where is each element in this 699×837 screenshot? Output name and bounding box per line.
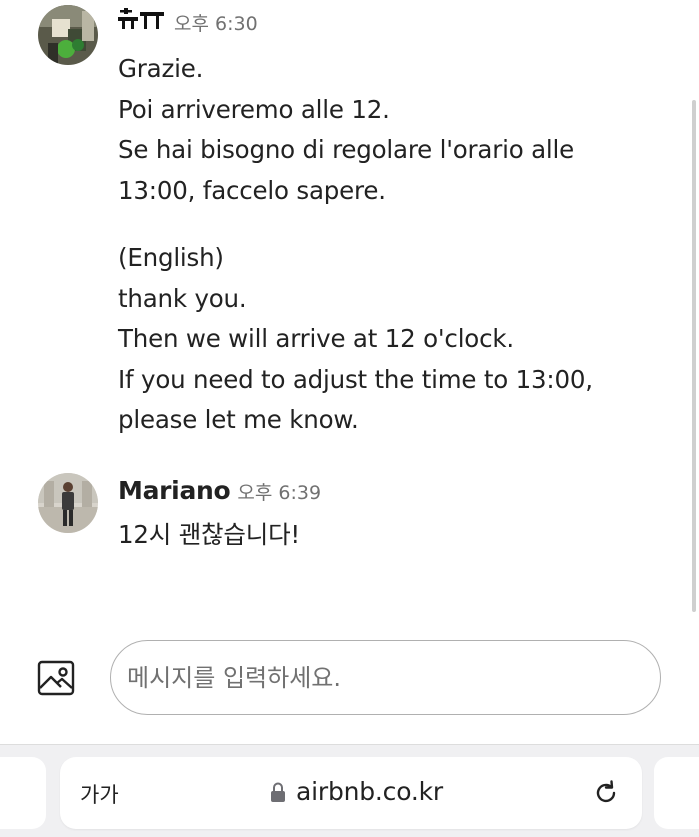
text-size-button[interactable]: 가가: [80, 779, 119, 809]
message-thread: 오후 6:30 Grazie. Poi arriveremo alle 12. …: [0, 0, 699, 640]
address-bar[interactable]: 가가 airbnb.co.kr: [60, 757, 642, 829]
message-body: Grazie. Poi arriveremo alle 12. Se hai b…: [118, 49, 638, 441]
image-icon[interactable]: [37, 660, 77, 698]
next-tab[interactable]: [654, 757, 699, 829]
message-input[interactable]: [110, 640, 661, 715]
message-time: 오후 6:30: [174, 13, 258, 35]
message-time: 오후 6:39: [237, 482, 322, 504]
message-line: Se hai bisogno di regolare l'orario alle: [118, 135, 575, 164]
message-line: If you need to adjust the time to 13:00,: [118, 364, 593, 394]
url-text: airbnb.co.kr: [296, 777, 443, 806]
message-line: 12시 괜찮습니다!: [118, 520, 301, 549]
lock-icon: [270, 781, 286, 803]
url-display[interactable]: airbnb.co.kr: [270, 777, 443, 806]
message-body: 12시 괜찮습니다!: [118, 515, 638, 556]
scrollbar[interactable]: [692, 100, 696, 612]
sender-name: Mariano: [118, 476, 231, 505]
message-line: please let me know.: [118, 405, 359, 434]
message-line: 13:00, faccelo sapere.: [118, 175, 386, 205]
message-line: thank you.: [118, 283, 247, 313]
message-line: (English): [118, 243, 224, 272]
avatar[interactable]: [38, 5, 98, 65]
message-line: Grazie.: [118, 54, 204, 83]
reload-icon[interactable]: [592, 779, 620, 807]
previous-tab[interactable]: [0, 757, 46, 829]
message-line: Then we will arrive at 12 o'clock.: [118, 324, 514, 353]
message-line: Poi arriveremo alle 12.: [118, 94, 390, 124]
sender-name-logo: [118, 8, 166, 34]
avatar[interactable]: [38, 473, 98, 533]
